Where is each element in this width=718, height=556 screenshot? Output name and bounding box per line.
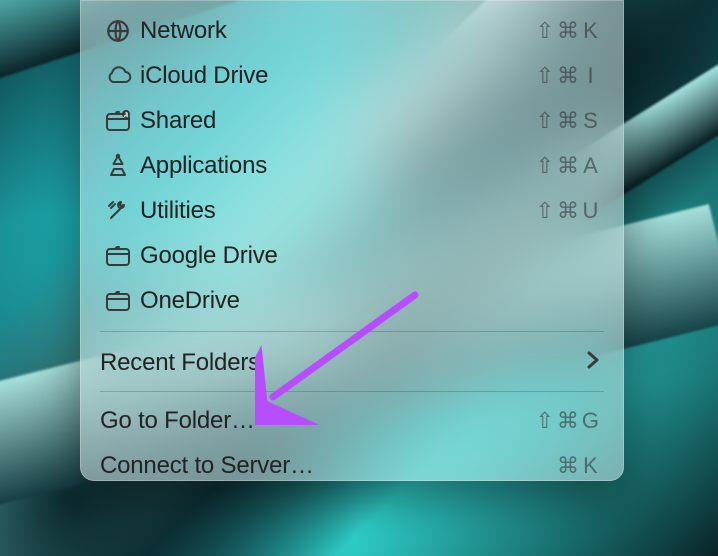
go-menu: Network ⇧⌘K iCloud Drive ⇧⌘I Shared ⇧⌘S … — [80, 0, 624, 481]
menu-item-label: Network — [136, 17, 536, 45]
shared-icon — [100, 110, 136, 132]
menu-item-shared[interactable]: Shared ⇧⌘S — [80, 98, 624, 143]
menu-separator — [100, 391, 604, 392]
menu-item-icloud-drive[interactable]: iCloud Drive ⇧⌘I — [80, 53, 624, 98]
menu-item-onedrive[interactable]: OneDrive — [80, 278, 624, 323]
menu-item-shortcut: ⇧⌘K — [536, 18, 600, 44]
folder-icon — [100, 245, 136, 267]
menu-item-go-to-folder[interactable]: Go to Folder… ⇧⌘G — [80, 398, 624, 443]
menu-item-shortcut: ⇧⌘G — [535, 408, 600, 434]
menu-item-network[interactable]: Network ⇧⌘K — [80, 8, 624, 53]
menu-item-shortcut: ⇧⌘S — [536, 108, 600, 134]
menu-item-google-drive[interactable]: Google Drive — [80, 233, 624, 278]
chevron-right-icon — [586, 350, 600, 376]
menu-item-label: Utilities — [136, 197, 536, 225]
menu-item-shortcut: ⌘K — [557, 453, 600, 479]
menu-item-shortcut: ⇧⌘I — [536, 63, 600, 89]
menu-separator — [100, 331, 604, 332]
cloud-icon — [100, 66, 136, 86]
menu-item-label: Google Drive — [136, 242, 600, 270]
utilities-icon — [100, 198, 136, 224]
menu-item-label: Recent Folders — [100, 349, 586, 377]
globe-icon — [100, 18, 136, 44]
menu-item-label: Go to Folder… — [100, 407, 535, 435]
menu-item-label: iCloud Drive — [136, 62, 536, 90]
menu-item-label: OneDrive — [136, 287, 600, 315]
menu-item-connect-to-server[interactable]: Connect to Server… ⌘K — [80, 443, 624, 488]
menu-item-utilities[interactable]: Utilities ⇧⌘U — [80, 188, 624, 233]
menu-item-label: Applications — [136, 152, 536, 180]
menu-item-recent-folders[interactable]: Recent Folders — [80, 340, 624, 385]
menu-item-label: Connect to Server… — [100, 452, 557, 480]
menu-item-shortcut: ⇧⌘A — [536, 153, 600, 179]
folder-icon — [100, 290, 136, 312]
menu-item-applications[interactable]: Applications ⇧⌘A — [80, 143, 624, 188]
menu-item-shortcut: ⇧⌘U — [536, 198, 600, 224]
menu-item-label: Shared — [136, 107, 536, 135]
apps-icon — [100, 153, 136, 179]
